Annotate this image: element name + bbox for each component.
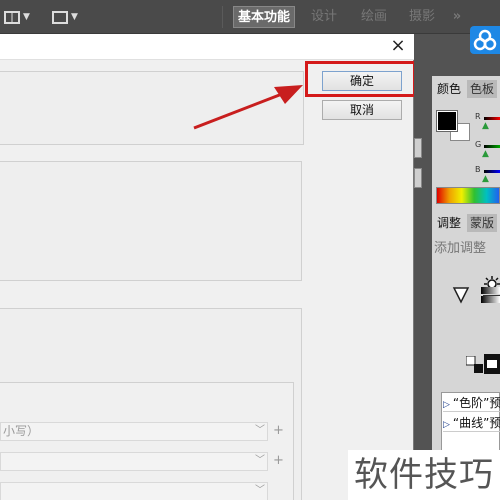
green-slider[interactable] bbox=[484, 145, 500, 148]
black-white-icon bbox=[465, 355, 483, 373]
top-toolbar: ▼ ▼ 基本功能 设计 绘画 摄影 » bbox=[0, 0, 500, 34]
option-select-1-value: 小写） bbox=[3, 424, 40, 438]
cloud-icon bbox=[473, 29, 497, 51]
close-icon[interactable]: × bbox=[388, 36, 408, 56]
more-workspaces-button[interactable]: » bbox=[446, 6, 468, 28]
screen-mode-icon bbox=[52, 10, 68, 24]
vibrance-icon bbox=[452, 287, 470, 304]
preset-label: “曲线”预 bbox=[452, 416, 500, 430]
cancel-button[interactable]: 取消 bbox=[322, 100, 402, 120]
screen-mode-button[interactable]: ▼ bbox=[52, 7, 78, 27]
highlight-box bbox=[305, 61, 416, 97]
blue-slider[interactable] bbox=[484, 170, 500, 173]
option-select-1[interactable]: 小写） ﹀ bbox=[0, 422, 268, 441]
red-slider-handle-icon[interactable]: ▲ bbox=[482, 121, 489, 131]
option-select-3[interactable]: ﹀ bbox=[0, 482, 268, 500]
panel-dock-strip bbox=[414, 34, 432, 500]
option-select-2[interactable]: ﹀ bbox=[0, 452, 268, 471]
chevron-down-icon: ﹀ bbox=[255, 425, 265, 436]
channel-g-label: G bbox=[475, 140, 482, 149]
preset-label: “色阶”预 bbox=[452, 396, 500, 410]
chevron-down-icon: ▼ bbox=[71, 12, 78, 22]
preset-levels[interactable]: ▷ “色阶”预 bbox=[443, 394, 500, 412]
color-spectrum-bar[interactable] bbox=[436, 187, 500, 204]
layout-grid-icon bbox=[4, 10, 20, 24]
gradient-map-adjustment-button[interactable] bbox=[481, 287, 500, 305]
channel-b-label: B bbox=[475, 165, 481, 174]
options-group-3 bbox=[0, 308, 302, 500]
chevron-down-icon: ﹀ bbox=[255, 485, 265, 496]
chevron-down-icon: ﹀ bbox=[255, 455, 265, 466]
dock-button-1[interactable] bbox=[414, 138, 422, 158]
add-option-1-button[interactable]: + bbox=[273, 423, 284, 438]
workspace-photography[interactable]: 摄影 bbox=[402, 6, 442, 28]
toolbar-divider bbox=[222, 6, 223, 28]
watermark: 软件技巧 bbox=[348, 450, 500, 500]
dialog-titlebar: × bbox=[0, 34, 414, 60]
preset-curves[interactable]: ▷ “曲线”预 bbox=[443, 414, 500, 432]
add-adjustment-label: 添加调整 bbox=[434, 241, 487, 256]
tab-masks[interactable]: 蒙版 bbox=[467, 214, 498, 232]
arrange-documents-button[interactable]: ▼ bbox=[4, 7, 30, 27]
tab-swatches[interactable]: 色板 bbox=[467, 80, 498, 98]
gradient-icon bbox=[481, 287, 500, 303]
chevron-down-icon: ▼ bbox=[23, 12, 30, 22]
dialog-window: × 确定 取消 小写） ﹀ + ﹀ + ﹀ bbox=[0, 34, 414, 500]
vibrance-adjustment-button[interactable] bbox=[452, 286, 470, 304]
expand-triangle-icon: ▷ bbox=[443, 400, 450, 410]
foreground-color-swatch[interactable] bbox=[436, 110, 458, 132]
red-slider[interactable] bbox=[484, 117, 500, 120]
options-group-2 bbox=[0, 161, 302, 281]
channel-mixer-adjustment-button[interactable] bbox=[484, 354, 500, 374]
add-option-2-button[interactable]: + bbox=[273, 453, 284, 468]
expand-triangle-icon: ▷ bbox=[443, 420, 450, 430]
cloud-sync-button[interactable] bbox=[470, 26, 500, 54]
green-slider-handle-icon[interactable]: ▲ bbox=[482, 149, 489, 159]
channel-r-label: R bbox=[475, 112, 481, 121]
channel-mixer-icon bbox=[484, 354, 500, 374]
workspace-painting[interactable]: 绘画 bbox=[354, 6, 394, 28]
tab-color[interactable]: 颜色 bbox=[434, 80, 465, 98]
dock-button-2[interactable] bbox=[414, 168, 422, 188]
blue-slider-handle-icon[interactable]: ▲ bbox=[482, 174, 489, 184]
options-group-1 bbox=[0, 71, 304, 145]
black-white-adjustment-button[interactable] bbox=[465, 355, 484, 374]
tab-adjustments[interactable]: 调整 bbox=[434, 214, 465, 232]
workspace-essentials[interactable]: 基本功能 bbox=[233, 6, 295, 28]
workspace-design[interactable]: 设计 bbox=[304, 6, 344, 28]
